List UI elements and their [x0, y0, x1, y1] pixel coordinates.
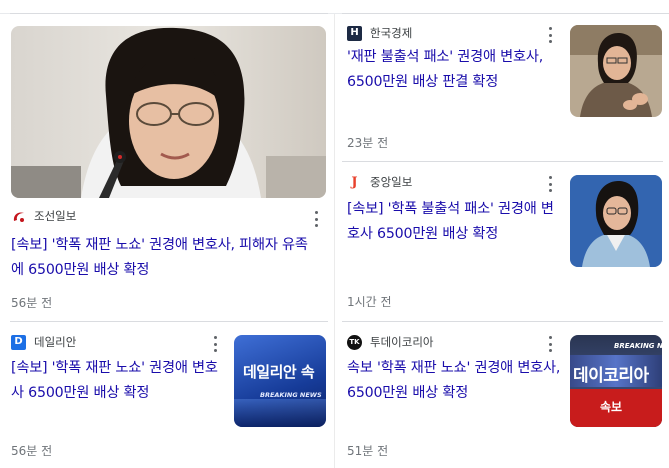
publish-time: 51분 전 [347, 444, 389, 458]
source-name[interactable]: 중앙일보 [370, 174, 412, 190]
dailian-d-icon: D [11, 334, 26, 350]
news-thumbnail-photo[interactable] [570, 25, 662, 117]
source-row: 조선일보 [11, 208, 76, 224]
source-name[interactable]: 한국경제 [370, 25, 412, 41]
publish-time: 56분 전 [11, 296, 53, 310]
more-options-icon[interactable] [548, 176, 552, 192]
more-options-icon[interactable] [548, 27, 552, 43]
portrait-photo-icon [11, 26, 326, 198]
publish-time: 23분 전 [347, 136, 389, 150]
news-headline[interactable]: [속보] '학폭 불출석 패소' 권경애 변호사 6500만원 배상 확정 [347, 197, 565, 247]
breaking-news-label: BREAKING NE [614, 342, 662, 350]
thumbnail-text: 데이코리아 [573, 366, 649, 386]
source-row: J 중앙일보 [347, 174, 412, 190]
chosun-swoosh-icon [11, 209, 26, 224]
publish-time: 56분 전 [11, 444, 53, 458]
source-row: D 데일리안 [11, 334, 76, 350]
more-options-icon[interactable] [314, 211, 318, 227]
more-options-icon[interactable] [548, 336, 552, 352]
source-name[interactable]: 조선일보 [34, 208, 76, 224]
more-options-icon[interactable] [213, 336, 217, 352]
source-name[interactable]: 데일리안 [34, 334, 76, 350]
news-thumbnail-photo[interactable] [11, 26, 326, 198]
breaking-badge: 속보 [600, 400, 623, 414]
news-thumbnail-breaking[interactable]: BREAKING NE 데이코리아 속보 [570, 335, 662, 427]
joongang-j-icon: J [351, 174, 358, 190]
source-row: H 한국경제 [347, 25, 412, 41]
news-thumbnail-photo[interactable] [570, 175, 662, 267]
todaykorea-tk-icon: TK [347, 334, 362, 350]
publish-time: 1시간 전 [347, 295, 392, 309]
news-thumbnail-breaking[interactable]: 데일리안 속 BREAKING NEWS [234, 335, 326, 427]
breaking-news-label: BREAKING NEWS [260, 391, 322, 399]
news-headline[interactable]: [속보] '학폭 재판 노쇼' 권경애 변호사 6500만원 배상 확정 [11, 356, 226, 406]
news-headline[interactable]: [속보] '학폭 재판 노쇼' 권경애 변호사, 피해자 유족에 6500만원 … [11, 233, 311, 283]
news-card-todaykorea[interactable]: TK 투데이코리아 속보 '학폭 재판 노쇼' 권경애 변호사, 6500만원 … [335, 322, 669, 468]
source-row: TK 투데이코리아 [347, 334, 433, 350]
news-card-joongang[interactable]: J 중앙일보 [속보] '학폭 불출석 패소' 권경애 변호사 6500만원 배… [335, 162, 669, 322]
source-name[interactable]: 투데이코리아 [370, 334, 433, 350]
hankyung-h-icon: H [347, 25, 362, 41]
thumbnail-text: 데일리안 속 [243, 363, 315, 381]
speaker-photo-icon [570, 175, 662, 267]
news-headline[interactable]: 속보 '학폭 재판 노쇼' 권경애 변호사, 6500만원 배상 확정 [347, 356, 562, 406]
news-card-chosun[interactable]: 조선일보 [속보] '학폭 재판 노쇼' 권경애 변호사, 피해자 유족에 65… [0, 0, 334, 320]
speaker-photo-icon [570, 25, 662, 117]
news-headline[interactable]: '재판 불출석 패소' 권경애 변호사, 6500만원 배상 판결 확정 [347, 45, 562, 95]
news-card-hankyung[interactable]: H 한국경제 '재판 불출석 패소' 권경애 변호사, 6500만원 배상 판결… [335, 14, 669, 162]
news-card-dailian[interactable]: D 데일리안 [속보] '학폭 재판 노쇼' 권경애 변호사 6500만원 배상… [0, 322, 334, 468]
